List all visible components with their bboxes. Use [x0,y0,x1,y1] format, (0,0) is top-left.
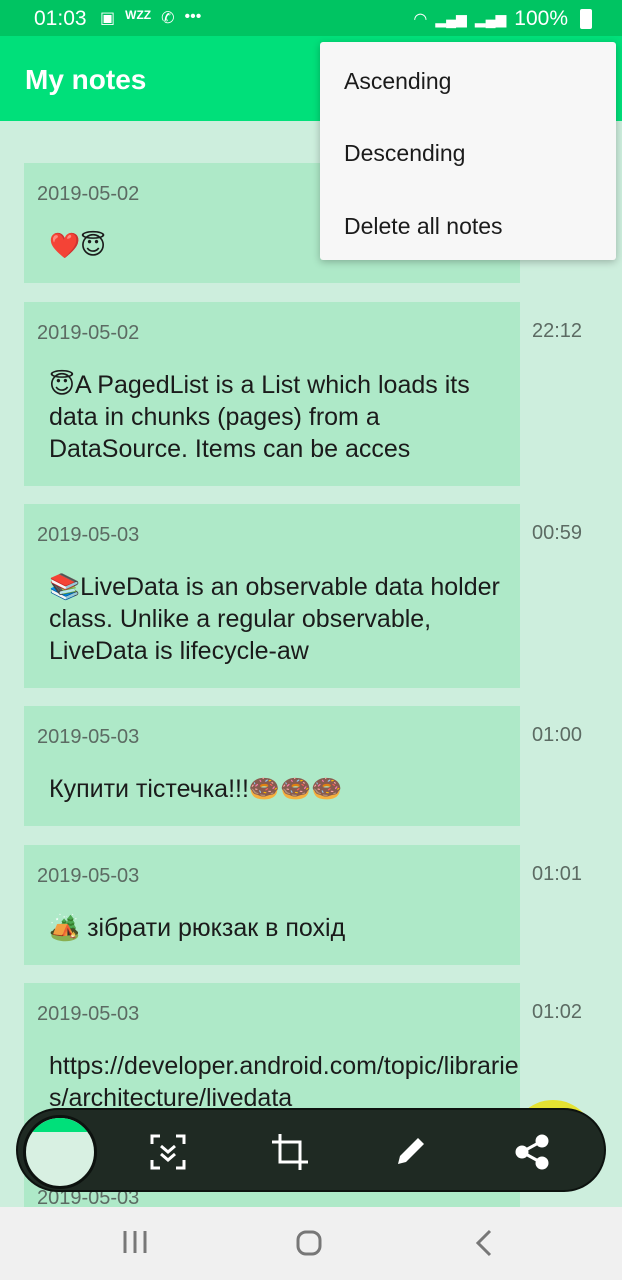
system-nav-bar [0,1207,622,1280]
note-date: 2019-05-03 [37,865,140,887]
note-date: 2019-05-02 [37,183,140,205]
menu-item-descending[interactable]: Descending [344,140,465,167]
menu-item-delete-all[interactable]: Delete all notes [344,213,503,240]
notes-list[interactable]: 2019-05-02 ❤️😇 2019-05-02 😇A PagedList i… [0,121,622,1207]
note-card[interactable]: 2019-05-03 📚LiveData is an observable da… [24,504,520,688]
note-card[interactable]: 2019-05-02 😇A PagedList is a List which … [24,302,520,486]
overflow-menu: Ascending Descending Delete all notes [320,42,616,260]
signal-icon: ▂▄▆ [435,10,467,27]
note-date: 2019-05-02 [37,322,140,344]
battery-icon [580,9,592,29]
edit-pencil-icon[interactable] [390,1132,430,1172]
screenshot-thumbnail[interactable] [23,1115,97,1189]
recent-apps-icon[interactable] [122,1229,148,1255]
notification-icons: ▣ WZZ ✆ ••• [100,8,201,28]
note-text: 😇A PagedList is a List which loads its d… [49,371,470,463]
back-icon[interactable] [474,1229,494,1257]
home-icon[interactable] [295,1229,323,1257]
share-icon[interactable] [512,1132,552,1172]
status-time: 01:03 [34,7,87,30]
note-date: 2019-05-03 [37,1003,140,1025]
battery-percent: 100% [514,7,568,30]
screenshot-toolbar [16,1108,606,1192]
note-text: 📚LiveData is an observable data holder c… [49,573,500,665]
more-icon: ••• [184,8,202,25]
note-card[interactable]: 2019-05-03 🏕️ зібрати рюкзак в похід [24,845,520,965]
note-time: 00:59 [532,522,583,544]
status-right: ◠ ▂▄▆ ▂▄▆ 100% [413,7,592,31]
note-time: 01:01 [532,863,583,885]
crop-icon[interactable] [270,1132,310,1172]
wifi-icon: ◠ [413,11,428,28]
note-date: 2019-05-03 [37,726,140,748]
note-time: 01:00 [532,724,583,746]
note-card[interactable]: 2019-05-03 Купити тістечка!!!🍩🍩🍩 [24,706,520,826]
note-text: https://developer.android.com/topic/libr… [49,1052,519,1112]
note-time: 01:02 [532,1001,583,1023]
image-icon: ▣ [100,10,116,27]
status-bar: 01:03 ▣ WZZ ✆ ••• ◠ ▂▄▆ ▂▄▆ 100% [0,0,622,36]
note-text: Купити тістечка!!!🍩🍩🍩 [49,775,343,803]
signal-icon-2: ▂▄▆ [474,10,507,27]
viber-icon: ✆ [161,10,175,27]
note-time: 22:12 [532,320,583,342]
note-date: 2019-05-03 [37,524,140,546]
note-text: 🏕️ зібрати рюкзак в похід [49,914,346,942]
app-title: My notes [25,64,147,95]
wzz-icon: WZZ [125,8,152,22]
menu-item-ascending[interactable]: Ascending [344,68,451,95]
scroll-capture-icon[interactable] [148,1132,188,1172]
